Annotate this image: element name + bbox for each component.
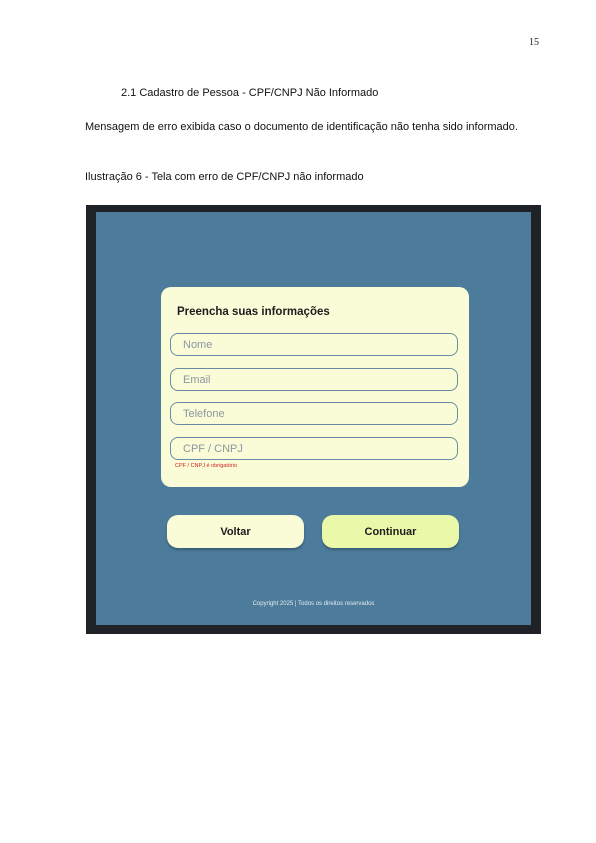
form-title: Preencha suas informações xyxy=(177,306,330,318)
phone-field[interactable]: Telefone xyxy=(170,402,458,425)
page-number: 15 xyxy=(529,37,539,48)
email-placeholder: Email xyxy=(183,374,211,386)
cpf-cnpj-placeholder: CPF / CNPJ xyxy=(183,443,243,455)
app-screen: Preencha suas informações Nome Email Tel… xyxy=(96,212,531,625)
footer-copyright: Copyright 2025 | Todos os direitos reser… xyxy=(252,601,375,607)
name-field[interactable]: Nome xyxy=(170,333,458,356)
back-button[interactable]: Voltar xyxy=(167,515,304,548)
form-card: Preencha suas informações Nome Email Tel… xyxy=(161,287,469,487)
email-field[interactable]: Email xyxy=(170,368,458,391)
phone-placeholder: Telefone xyxy=(183,408,225,420)
name-placeholder: Nome xyxy=(183,339,213,351)
cpf-cnpj-field[interactable]: CPF / CNPJ xyxy=(170,437,458,460)
cpf-cnpj-error-message: CPF / CNPJ é obrigatório xyxy=(175,463,238,469)
figure-caption: Ilustração 6 - Tela com erro de CPF/CNPJ… xyxy=(85,171,364,183)
description-paragraph: Mensagem de erro exibida caso o document… xyxy=(85,121,518,133)
continue-button[interactable]: Continuar xyxy=(322,515,459,548)
screenshot-figure: Preencha suas informações Nome Email Tel… xyxy=(86,205,541,634)
section-heading: 2.1 Cadastro de Pessoa - CPF/CNPJ Não In… xyxy=(121,87,379,99)
